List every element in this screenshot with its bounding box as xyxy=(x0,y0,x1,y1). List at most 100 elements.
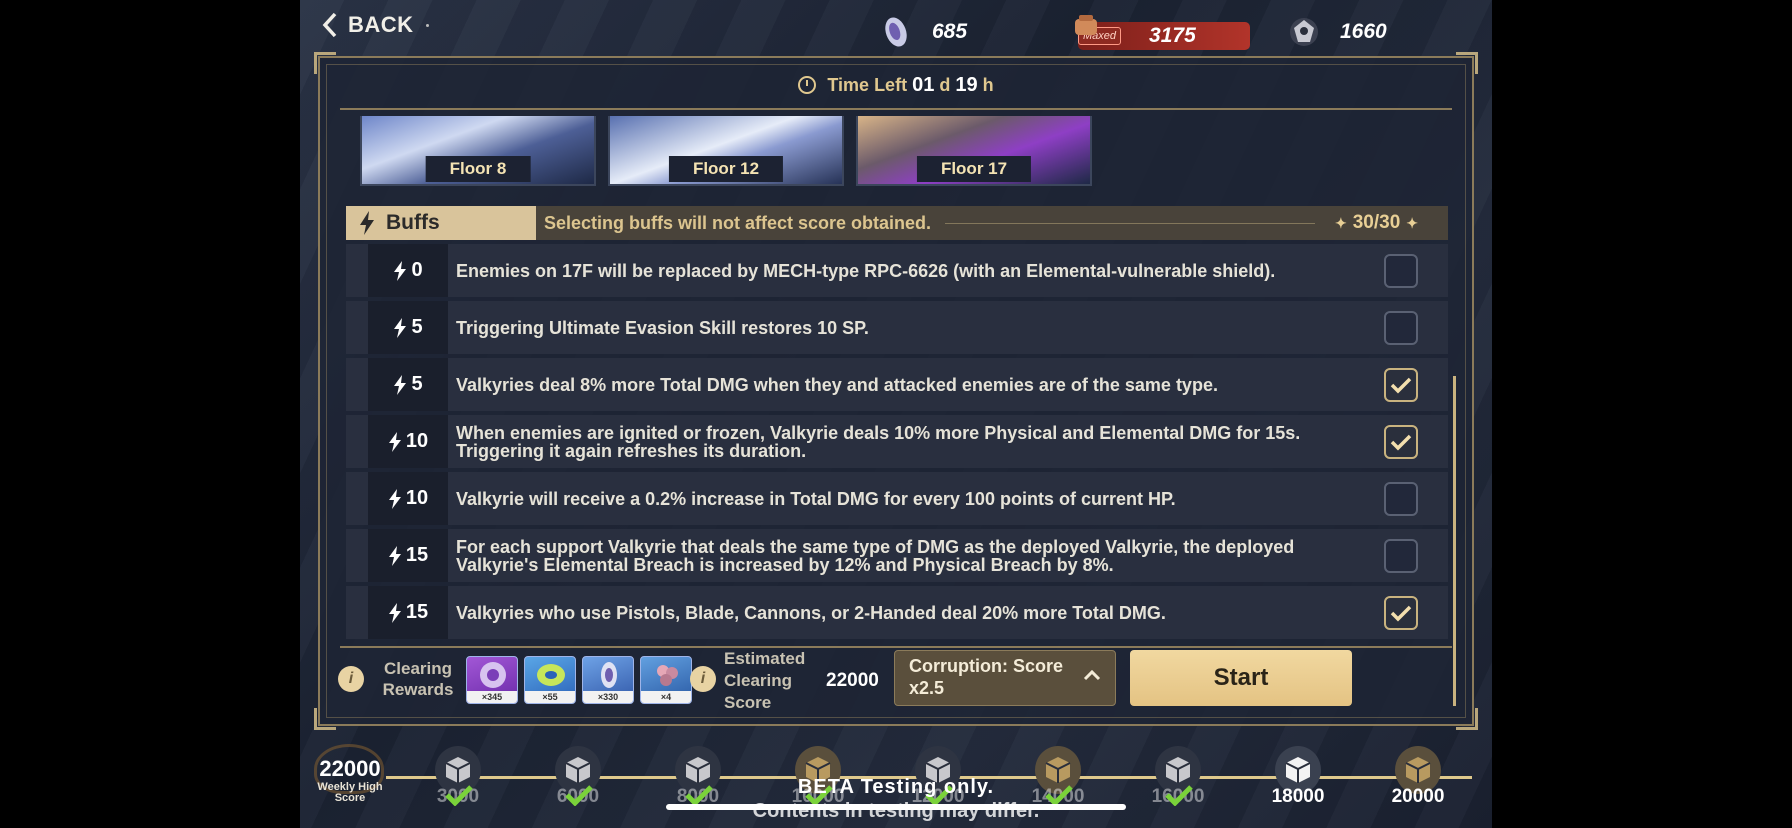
reward-qty: ×330 xyxy=(583,691,633,703)
buff-cost-value: 15 xyxy=(405,601,429,623)
buff-row[interactable]: 15 Valkyries who use Pistols, Blade, Cann… xyxy=(346,586,1448,639)
lightning-icon xyxy=(388,545,401,566)
checkmark-icon xyxy=(1390,434,1412,451)
panel-footer: i Clearing Rewards ×345 ×55 ×330 ×4 i Es… xyxy=(320,648,1472,728)
reward-item[interactable]: ×345 xyxy=(466,656,518,704)
reward-item[interactable]: ×55 xyxy=(524,656,576,704)
buff-cost: 15 xyxy=(368,586,448,639)
back-label: BACK xyxy=(348,12,414,37)
corner-ornament xyxy=(314,52,336,74)
checkmark-icon xyxy=(1390,605,1412,622)
home-indicator[interactable] xyxy=(666,804,1126,810)
floor-label: Floor 12 xyxy=(668,156,784,182)
buff-row[interactable]: 10 Valkyrie will receive a 0.2% increase … xyxy=(346,472,1448,525)
buffs-header: Buffs Selecting buffs will not affect sc… xyxy=(346,206,1448,240)
floor-list: Floor 8 Floor 12 Floor 17 xyxy=(360,116,1092,186)
lightning-icon xyxy=(360,211,374,235)
buff-description: For each support Valkyrie that deals the… xyxy=(456,536,1295,575)
buff-checkbox[interactable] xyxy=(1384,425,1418,459)
reward-item[interactable]: ×330 xyxy=(582,656,634,704)
estimated-score-label: Estimated Clearing Score xyxy=(724,649,806,712)
stamina-value: 3175 xyxy=(1149,24,1196,47)
buff-list: 0 Enemies on 17F will be replaced by MECH… xyxy=(346,244,1448,643)
start-button[interactable]: Start xyxy=(1130,650,1352,706)
buff-row[interactable]: 0 Enemies on 17F will be replaced by MECH… xyxy=(346,244,1448,297)
clock-icon xyxy=(798,76,817,94)
buff-description: Valkyrie will receive a 0.2% increase in… xyxy=(456,488,1176,509)
buff-cost: 15 xyxy=(368,529,448,582)
buff-description: Valkyries who use Pistols, Blade, Cannon… xyxy=(456,602,1166,623)
lightning-icon xyxy=(388,431,401,452)
valkyrie-shard-icon xyxy=(480,662,506,688)
crystal-value: 685 xyxy=(932,20,968,43)
buff-row[interactable]: 10 When enemies are ignited or frozen, Va… xyxy=(346,415,1448,468)
back-dot xyxy=(425,23,429,27)
resource-stamina[interactable]: Maxed 3175 xyxy=(1075,14,1250,50)
buff-cost: 5 xyxy=(368,301,448,354)
reward-item[interactable]: ×4 xyxy=(640,656,692,704)
buff-checkbox[interactable] xyxy=(1384,482,1418,516)
buffs-note: Selecting buffs will not affect score ob… xyxy=(544,212,932,233)
game-screen: BACK 685 Maxed 3175 1660 Time Left 01 d … xyxy=(300,0,1492,828)
back-button[interactable]: BACK xyxy=(322,12,429,38)
lightning-icon xyxy=(388,602,401,623)
top-bar: BACK 685 Maxed 3175 1660 xyxy=(300,0,1492,54)
crystal-icon xyxy=(601,662,617,688)
buff-checkbox[interactable] xyxy=(1384,539,1418,573)
buff-row[interactable]: 5 Triggering Ultimate Evasion Skill resto… xyxy=(346,301,1448,354)
flower-material-icon xyxy=(657,665,678,686)
clearing-rewards-label: Clearing Rewards xyxy=(382,659,454,699)
reward-qty: ×4 xyxy=(641,691,691,703)
chevron-left-icon xyxy=(322,12,337,38)
buff-cost-value: 5 xyxy=(411,316,423,338)
resource-crystal[interactable]: 685 xyxy=(878,14,1046,50)
days-unit: d xyxy=(939,75,951,95)
buff-cost-value: 10 xyxy=(405,487,429,509)
floor-card[interactable]: Floor 12 xyxy=(608,116,844,186)
buff-checkbox[interactable] xyxy=(1384,254,1418,288)
resource-pill xyxy=(896,20,1046,46)
buffs-tab: Buffs xyxy=(346,206,536,240)
floor-card[interactable]: Floor 8 xyxy=(360,116,596,186)
time-left-hours: 19 xyxy=(955,74,978,96)
reward-list: ×345 ×55 ×330 ×4 xyxy=(466,656,692,704)
info-icon[interactable]: i xyxy=(338,666,364,692)
buff-row[interactable]: 5 Valkyries deal 8% more Total DMG when t… xyxy=(346,358,1448,411)
buff-cost-value: 15 xyxy=(405,544,429,566)
info-icon[interactable]: i xyxy=(690,666,716,692)
estimated-score-value: 22000 xyxy=(826,670,879,691)
lightning-icon xyxy=(388,488,401,509)
floor-label: Floor 17 xyxy=(916,156,1032,182)
chevron-up-icon xyxy=(1083,669,1101,681)
reward-qty: ×55 xyxy=(525,691,575,703)
emblem-value: 1660 xyxy=(1340,20,1387,43)
buff-checkbox[interactable] xyxy=(1384,311,1418,345)
material-icon xyxy=(537,664,565,686)
buff-cost: 5 xyxy=(368,358,448,411)
buff-row[interactable]: 15 For each support Valkyrie that deals t… xyxy=(346,529,1448,582)
buff-checkbox[interactable] xyxy=(1384,368,1418,402)
buff-description: Valkyries deal 8% more Total DMG when th… xyxy=(456,374,1218,395)
time-left: Time Left 01 d 19 h xyxy=(320,74,1472,97)
emblem-icon xyxy=(1290,18,1318,46)
buff-cost-value: 5 xyxy=(411,373,423,395)
star-icon: ✦ xyxy=(1406,215,1418,231)
abyss-panel: Time Left 01 d 19 h Floor 8 Floor 12 Flo… xyxy=(314,52,1478,730)
buff-cost: 0 xyxy=(368,244,448,297)
resource-emblem[interactable]: 1660 xyxy=(1286,14,1454,50)
header-line xyxy=(945,222,1315,224)
buff-description: Enemies on 17F will be replaced by MECH-… xyxy=(456,260,1276,281)
beta-notice: BETA Testing only. xyxy=(797,776,995,798)
buff-checkbox[interactable] xyxy=(1384,596,1418,630)
corruption-dropdown[interactable]: Corruption: Score x2.5 xyxy=(894,650,1116,706)
crystal-icon xyxy=(885,17,907,47)
buff-cost: 10 xyxy=(368,472,448,525)
buff-description: When enemies are ignited or frozen, Valk… xyxy=(456,422,1301,461)
buff-cost-value: 0 xyxy=(411,259,423,281)
time-left-label: Time Left xyxy=(827,75,908,95)
time-left-days: 01 xyxy=(912,74,935,96)
buff-description: Triggering Ultimate Evasion Skill restor… xyxy=(456,317,869,338)
buff-cost-value: 10 xyxy=(405,430,429,452)
floor-card[interactable]: Floor 17 xyxy=(856,116,1092,186)
buff-cost: 10 xyxy=(368,415,448,468)
